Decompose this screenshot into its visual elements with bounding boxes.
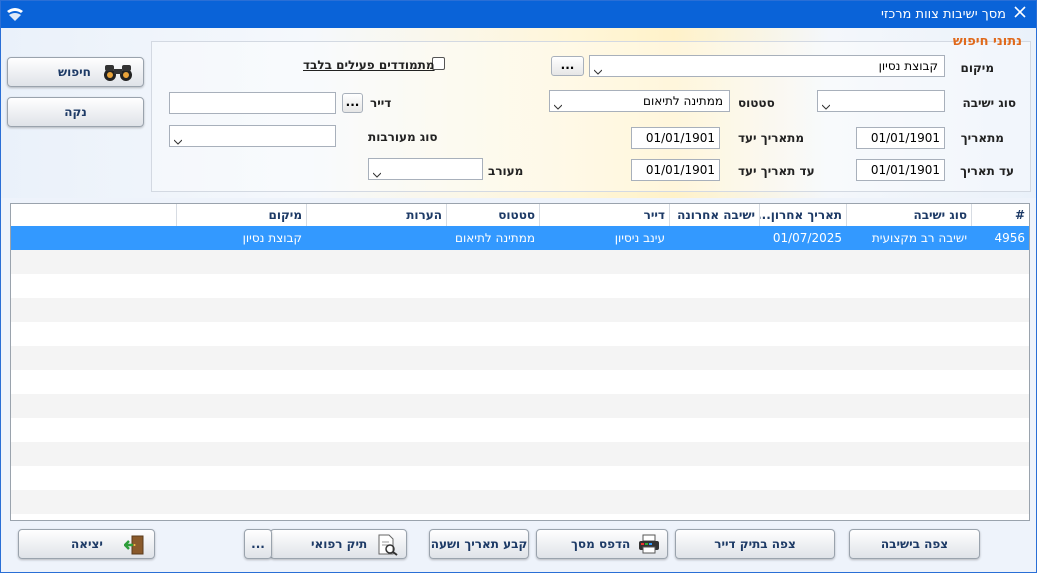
search-button[interactable]: חיפוש [7,57,144,87]
grid-header: # סוג ישיבה תאריך אחרון... ישיבה אחרונה … [11,204,1029,227]
medical-file-button[interactable]: תיק רפואי [270,529,407,559]
binoculars-icon [101,62,135,92]
from-date-label: מתאריך [960,131,1004,145]
empty-row [11,322,1029,346]
to-date-value: 01/01/1901 [870,163,940,177]
title-bar: מסך ישיבות צוות מרכזי [1,1,1036,28]
col-header-num[interactable]: # [971,204,1029,226]
from-date-value: 01/01/1901 [870,131,940,145]
more-options-button[interactable]: ... [244,529,272,559]
location-browse-button[interactable]: ... [551,56,584,76]
window-title: מסך ישיבות צוות מרכזי [880,7,1006,22]
status-value: ממתינה לתיאום [643,94,723,108]
col-header-status[interactable]: סטטוס [446,204,539,226]
resident-browse-button[interactable]: ... [342,93,363,113]
empty-row [11,298,1029,322]
location-value: קבוצת נסיון [878,59,938,73]
location-browse-label: ... [560,58,575,72]
col-header-last-meeting[interactable]: ישיבה אחרונה [669,204,759,226]
exit-button[interactable]: יציאה [18,529,155,559]
exit-label: יציאה [71,537,103,551]
empty-row [11,418,1029,442]
app-logo-icon [6,6,24,22]
medical-file-label: תיק רפואי [311,537,368,551]
print-screen-label: הדפס מסך [571,537,631,551]
chevron-down-icon [372,165,382,178]
search-group-legend: נתוני חיפוש [952,34,1022,49]
location-label: מיקום [960,61,994,75]
alert-type-select[interactable] [169,125,336,147]
main-window: מסך ישיבות צוות מרכזי חיפוש נקה נתוני חי… [0,0,1037,573]
print-screen-button[interactable]: הדפס מסך [536,529,668,559]
exit-door-icon [123,534,146,566]
involved-select[interactable] [368,158,483,180]
cell-last-date: 01/07/2025 [772,231,842,245]
view-resident-file-button[interactable]: צפה בתיק דייר [675,529,835,559]
col-header-location[interactable]: מיקום [176,204,306,226]
col-header-resident[interactable]: דייר [539,204,669,226]
resident-browse-label: ... [345,95,360,109]
empty-row [11,250,1029,274]
to-due-label: עד תאריך יעד [738,164,815,178]
set-datetime-button[interactable]: קבע תאריך ושעה [429,529,529,559]
chevron-down-icon [553,97,563,110]
col-header-last-date[interactable]: תאריך אחרון... [759,204,846,226]
chevron-down-icon [593,62,603,75]
empty-row [11,490,1029,514]
chevron-down-icon [821,97,831,110]
cell-resident: עינב ניסיון [614,231,665,245]
more-options-label: ... [251,537,265,551]
clear-button[interactable]: נקה [7,97,144,127]
resident-input[interactable] [169,92,336,114]
table-row[interactable]: 4956 ישיבה רב מקצועית 01/07/2025 עינב ני… [11,226,1029,250]
set-datetime-label: קבע תאריך ושעה [430,537,528,551]
empty-row [11,466,1029,490]
status-label: סטטוס [738,96,775,110]
from-due-value: 01/01/1901 [645,131,715,145]
from-due-label: מתאריך יעד [738,131,805,145]
meeting-type-select[interactable] [817,90,945,112]
cell-notes [306,226,446,250]
col-header-notes[interactable]: הערות [306,204,446,226]
location-select[interactable]: קבוצת נסיון [589,55,945,77]
cell-num: 4956 [994,231,1025,245]
col-header-type[interactable]: סוג ישיבה [846,204,971,226]
view-resident-file-label: צפה בתיק דייר [714,537,796,551]
resident-label: דייר [370,96,392,110]
to-date-label: עד תאריך [960,164,1014,178]
to-due-input[interactable]: 01/01/1901 [631,159,720,181]
printer-icon [637,534,661,564]
chevron-down-icon [173,132,183,145]
close-icon[interactable] [1010,4,1030,24]
empty-row [11,274,1029,298]
cell-status: ממתינה לתיאום [455,231,535,245]
active-only-label[interactable]: מתמודדים פעילים בלבד [303,58,435,72]
empty-row [11,346,1029,370]
empty-row [11,394,1029,418]
cell-type: ישיבה רב מקצועית [871,231,967,245]
alert-type-label: סוג מעורבות [368,130,438,144]
view-meeting-button[interactable]: צפה בישיבה [849,529,980,559]
cell-location: קבוצת נסיון [242,231,302,245]
cell-last-meeting [669,226,759,250]
clear-button-label: נקה [64,105,87,119]
empty-row [11,370,1029,394]
view-meeting-label: צפה בישיבה [880,537,949,551]
empty-row [11,442,1029,466]
meeting-type-label: סוג ישיבה [962,96,1016,110]
from-due-input[interactable]: 01/01/1901 [631,127,720,149]
status-select[interactable]: ממתינה לתיאום [549,90,730,112]
search-button-label: חיפוש [58,65,91,79]
medical-document-icon [376,534,398,566]
meetings-grid[interactable]: # סוג ישיבה תאריך אחרון... ישיבה אחרונה … [10,203,1030,521]
to-due-value: 01/01/1901 [645,163,715,177]
to-date-input[interactable]: 01/01/1901 [856,159,945,181]
from-date-input[interactable]: 01/01/1901 [856,127,945,149]
involved-label: מעורב [488,164,524,178]
